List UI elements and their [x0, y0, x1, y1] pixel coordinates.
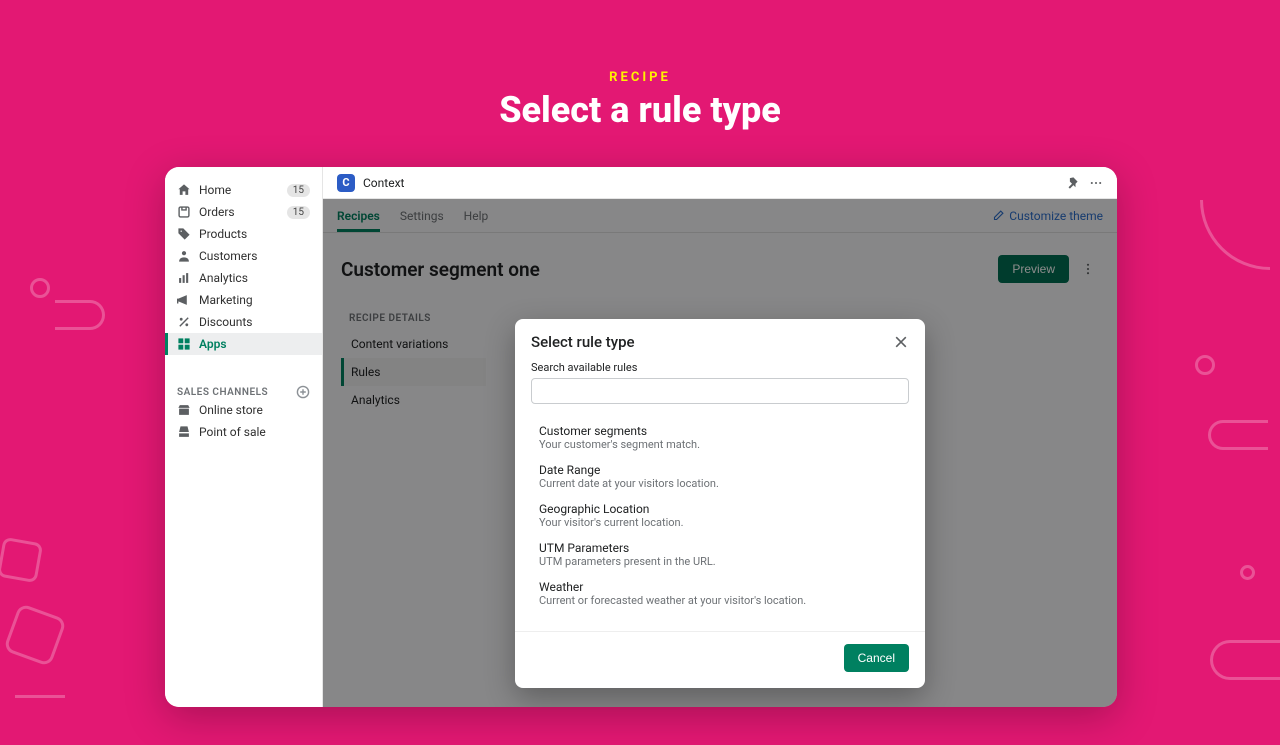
close-icon — [893, 334, 909, 350]
close-button[interactable] — [893, 334, 909, 350]
channel-label: Online store — [199, 403, 310, 417]
cancel-button[interactable]: Cancel — [844, 644, 909, 672]
sidebar-item-products[interactable]: Products — [165, 223, 322, 245]
apps-icon — [177, 337, 191, 351]
orders-icon — [177, 205, 191, 219]
percent-icon — [177, 315, 191, 329]
pin-button[interactable] — [1065, 176, 1079, 190]
main-area: C Context Recipes Settings Help Customiz… — [323, 167, 1117, 707]
channel-pos[interactable]: Point of sale — [165, 421, 322, 443]
sidebar-item-label: Customers — [199, 249, 310, 263]
rule-list: Customer segments Your customer's segmen… — [531, 404, 909, 613]
sidebar-item-apps[interactable]: Apps — [165, 333, 322, 355]
rule-customer-segments[interactable]: Customer segments Your customer's segmen… — [531, 418, 909, 457]
home-icon — [177, 183, 191, 197]
channel-label: Point of sale — [199, 425, 310, 439]
channel-online-store[interactable]: Online store — [165, 399, 322, 421]
sidebar-item-label: Analytics — [199, 271, 310, 285]
sidebar: Home 15 Orders 15 Products Customers Ana… — [165, 167, 323, 707]
rule-desc: Your customer's segment match. — [539, 438, 901, 451]
sidebar-item-analytics[interactable]: Analytics — [165, 267, 322, 289]
bg-doodle — [30, 278, 50, 298]
app-logo: C — [337, 174, 355, 192]
rule-title: Date Range — [539, 463, 901, 477]
rule-desc: Current or forecasted weather at your vi… — [539, 594, 901, 607]
sidebar-badge: 15 — [287, 184, 310, 197]
sidebar-item-orders[interactable]: Orders 15 — [165, 201, 322, 223]
app-window: Home 15 Orders 15 Products Customers Ana… — [165, 167, 1117, 707]
bg-doodle — [1195, 355, 1215, 375]
megaphone-icon — [177, 293, 191, 307]
bg-doodle — [3, 603, 67, 667]
topbar: C Context — [323, 167, 1117, 199]
rule-desc: UTM parameters present in the URL. — [539, 555, 901, 568]
sidebar-item-label: Discounts — [199, 315, 310, 329]
person-icon — [177, 249, 191, 263]
rule-date-range[interactable]: Date Range Current date at your visitors… — [531, 457, 909, 496]
rule-utm[interactable]: UTM Parameters UTM parameters present in… — [531, 535, 909, 574]
bg-doodle — [1208, 420, 1268, 450]
hero-eyebrow: RECIPE — [0, 70, 1280, 85]
sidebar-item-customers[interactable]: Customers — [165, 245, 322, 267]
sidebar-item-marketing[interactable]: Marketing — [165, 289, 322, 311]
sidebar-item-discounts[interactable]: Discounts — [165, 311, 322, 333]
modal-title: Select rule type — [531, 333, 635, 351]
bg-doodle — [55, 300, 105, 330]
sidebar-item-label: Home — [199, 183, 279, 197]
add-channel-button[interactable] — [296, 385, 310, 399]
pos-icon — [177, 425, 191, 439]
bg-doodle — [1240, 565, 1255, 580]
bg-doodle — [0, 537, 43, 583]
sidebar-badge: 15 — [287, 206, 310, 219]
bg-doodle — [1210, 640, 1280, 680]
search-label: Search available rules — [531, 361, 909, 374]
sales-channels-header: SALES CHANNELS — [165, 385, 322, 399]
rule-geographic[interactable]: Geographic Location Your visitor's curre… — [531, 496, 909, 535]
bg-doodle — [15, 695, 65, 745]
rule-title: Customer segments — [539, 424, 901, 438]
sidebar-item-label: Apps — [199, 337, 310, 351]
sidebar-item-label: Orders — [199, 205, 279, 219]
search-rules-input[interactable] — [531, 378, 909, 404]
select-rule-modal: Select rule type Search available rules … — [515, 319, 925, 688]
tag-icon — [177, 227, 191, 241]
sidebar-item-home[interactable]: Home 15 — [165, 179, 322, 201]
hero-title: Select a rule type — [0, 89, 1280, 131]
bg-doodle — [1200, 200, 1270, 270]
section-header-label: SALES CHANNELS — [177, 387, 268, 398]
rule-weather[interactable]: Weather Current or forecasted weather at… — [531, 574, 909, 613]
rule-desc: Current date at your visitors location. — [539, 477, 901, 490]
rule-title: Weather — [539, 580, 901, 594]
bars-icon — [177, 271, 191, 285]
sidebar-item-label: Products — [199, 227, 310, 241]
rule-title: UTM Parameters — [539, 541, 901, 555]
rule-desc: Your visitor's current location. — [539, 516, 901, 529]
more-button[interactable] — [1089, 176, 1103, 190]
store-icon — [177, 403, 191, 417]
app-name: Context — [363, 176, 404, 190]
sidebar-item-label: Marketing — [199, 293, 310, 307]
rule-title: Geographic Location — [539, 502, 901, 516]
